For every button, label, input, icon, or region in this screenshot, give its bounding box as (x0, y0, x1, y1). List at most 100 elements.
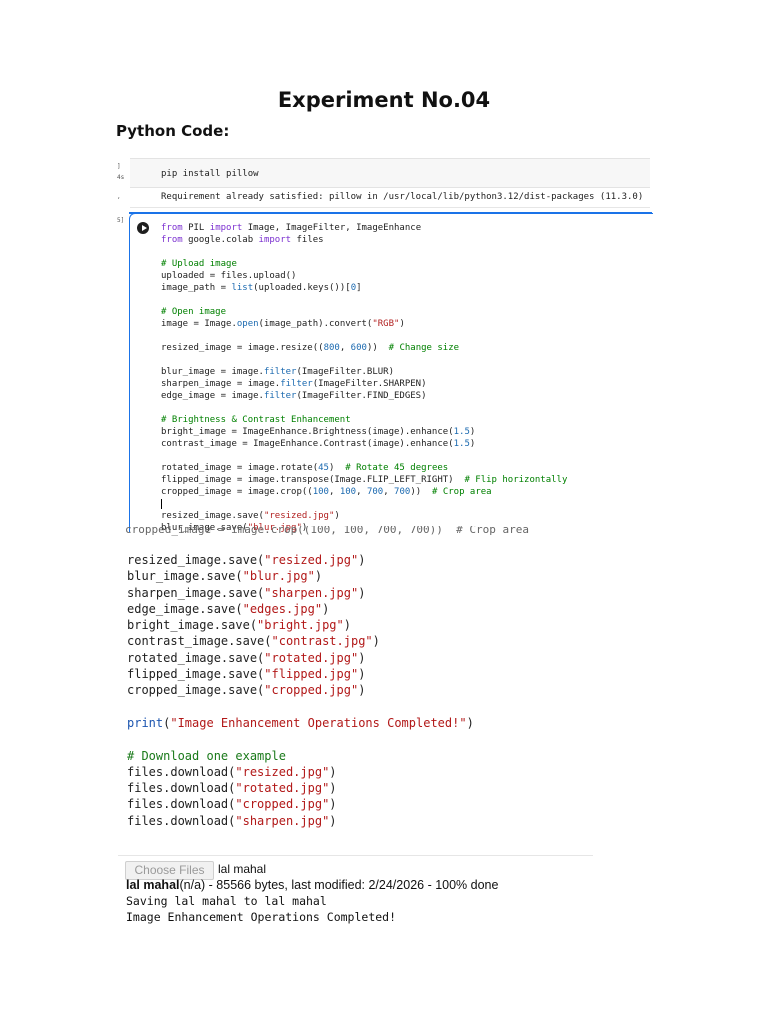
code-line: contrast_image = ImageEnhance.Contrast(i… (161, 438, 567, 450)
code-token: 1.5 (453, 427, 470, 437)
code-token: )) (366, 343, 389, 353)
code-token: # Download one example (127, 748, 286, 763)
code-token: rotated_image.save( (127, 650, 265, 665)
code-token: contrast_image.save( (127, 634, 272, 649)
code-line: edge_image = image.filter(ImageFilter.FI… (161, 390, 567, 402)
code-token: (uploaded.keys())[ (253, 283, 351, 293)
code-line: uploaded = files.upload() (161, 270, 567, 282)
code-token: filter (263, 367, 297, 377)
code-token: import (209, 223, 248, 233)
code-token: # Brightness & Contrast Enhancement (161, 415, 351, 425)
code-line: print("Image Enhancement Operations Comp… (127, 715, 474, 731)
upload-status: lal mahal(n/a) - 85566 bytes, last modif… (126, 878, 498, 892)
code-token: files.download( (127, 764, 236, 779)
code-line: image = Image.open(image_path).convert("… (161, 318, 567, 330)
cell-prompt: 5] (117, 217, 125, 224)
code-token: "blur.jpg" (242, 569, 315, 584)
output-divider (118, 855, 593, 856)
section-heading: Python Code: (116, 122, 230, 140)
code-token: sharpen_image.save( (127, 585, 265, 600)
code-token: bright_image = ImageEnhance.Brightness(i… (161, 427, 454, 437)
upload-details: (n/a) - 85566 bytes, last modified: 2/24… (179, 878, 499, 892)
code-line: from google.colab import files (161, 234, 567, 246)
code-line: from PIL import Image, ImageFilter, Imag… (161, 222, 567, 234)
cell-code-editor[interactable]: from PIL import Image, ImageFilter, Imag… (161, 222, 567, 532)
code-token: # Upload image (161, 259, 237, 269)
code-line: contrast_image.save("contrast.jpg") (127, 633, 474, 649)
code-token: # Open image (161, 307, 227, 317)
code-token: flipped_image.save( (127, 667, 265, 682)
code-token: google.colab (188, 235, 259, 245)
code-line: flipped_image = image.transpose(Image.FL… (161, 474, 567, 486)
code-token: ) (322, 601, 330, 616)
code-line: sharpen_image = image.filter(ImageFilter… (161, 378, 567, 390)
code-token: "edges.jpg" (242, 601, 323, 616)
code-token: ) (329, 797, 337, 812)
code-line: bright_image.save("bright.jpg") (127, 617, 474, 633)
code-token: resized_image.save( (161, 511, 264, 521)
code-token: import (258, 235, 297, 245)
cell-exec-time: 4s (117, 174, 125, 181)
code-token: image = Image. (161, 319, 237, 329)
code-line: cropped_image.save("cropped.jpg") (127, 682, 474, 698)
code-token: Image, ImageFilter, ImageEnhance (247, 223, 422, 233)
code-line: # Upload image (161, 258, 567, 270)
code-line (161, 498, 567, 510)
cropped-text-edge: cropped_image = image.crop((100, 100, 70… (125, 526, 529, 536)
code-token: contrast_image = ImageEnhance.Contrast(i… (161, 439, 454, 449)
code-token: from (161, 235, 189, 245)
code-token: (ImageFilter.SHARPEN) (312, 379, 427, 389)
code-token: ) (329, 764, 337, 779)
code-token: (image_path).convert( (258, 319, 373, 329)
code-line: edge_image.save("edges.jpg") (127, 601, 474, 617)
code-token: filter (280, 379, 313, 389)
selected-file-name: lal mahal (218, 862, 267, 876)
code-token: "cropped.jpg" (235, 797, 330, 812)
code-token: # Crop area (432, 487, 492, 497)
code-cell-install[interactable]: pip install pillow (130, 158, 650, 188)
code-token: "Image Enhancement Operations Completed!… (170, 715, 467, 730)
code-line: image_path = list(uploaded.keys())[0] (161, 282, 567, 294)
code-token: # Rotate 45 degrees (345, 463, 449, 473)
code-line: blur_image = image.filter(ImageFilter.BL… (161, 366, 567, 378)
code-token: ) (358, 683, 366, 698)
code-token: cropped_image.save( (127, 683, 265, 698)
code-cell-enhance[interactable]: from PIL import Image, ImageFilter, Imag… (129, 213, 653, 532)
code-token: "rotated.jpg" (264, 650, 359, 665)
code-token: 700 (366, 487, 384, 497)
output-marker: , (117, 193, 121, 200)
code-token: files (296, 235, 324, 245)
code-line: # Open image (161, 306, 567, 318)
code-token: edge_image = image. (161, 391, 264, 401)
code-token: ) (314, 569, 323, 584)
code-token: ) (372, 634, 380, 649)
code-token: ) (343, 618, 351, 633)
run-cell-icon[interactable] (137, 222, 149, 234)
code-token: 700 (394, 487, 411, 497)
code-line: files.download("resized.jpg") (127, 764, 474, 780)
code-token: ) (358, 667, 366, 682)
code-token: , (383, 487, 395, 497)
code-token: print (127, 715, 164, 730)
code-token: ) (358, 585, 366, 600)
code-line: files.download("cropped.jpg") (127, 796, 474, 812)
code-line: resized_image = image.resize((800, 600))… (161, 342, 567, 354)
code-token: # Flip horizontally (464, 475, 568, 485)
code-token: ) (469, 439, 476, 449)
cell-code[interactable]: pip install pillow (161, 169, 259, 179)
code-token: , (356, 487, 367, 497)
code-line: rotated_image.save("rotated.jpg") (127, 650, 474, 666)
code-token: resized_image = image.resize(( (161, 343, 324, 353)
code-token: 600 (350, 343, 367, 353)
code-token: resized_image.save( (127, 553, 265, 567)
code-token: )) (410, 487, 432, 497)
code-token: (ImageFilter.BLUR) (296, 367, 395, 377)
code-token: ) (334, 511, 340, 521)
code-token: "resized.jpg" (235, 764, 330, 779)
code-token: ) (358, 553, 366, 567)
